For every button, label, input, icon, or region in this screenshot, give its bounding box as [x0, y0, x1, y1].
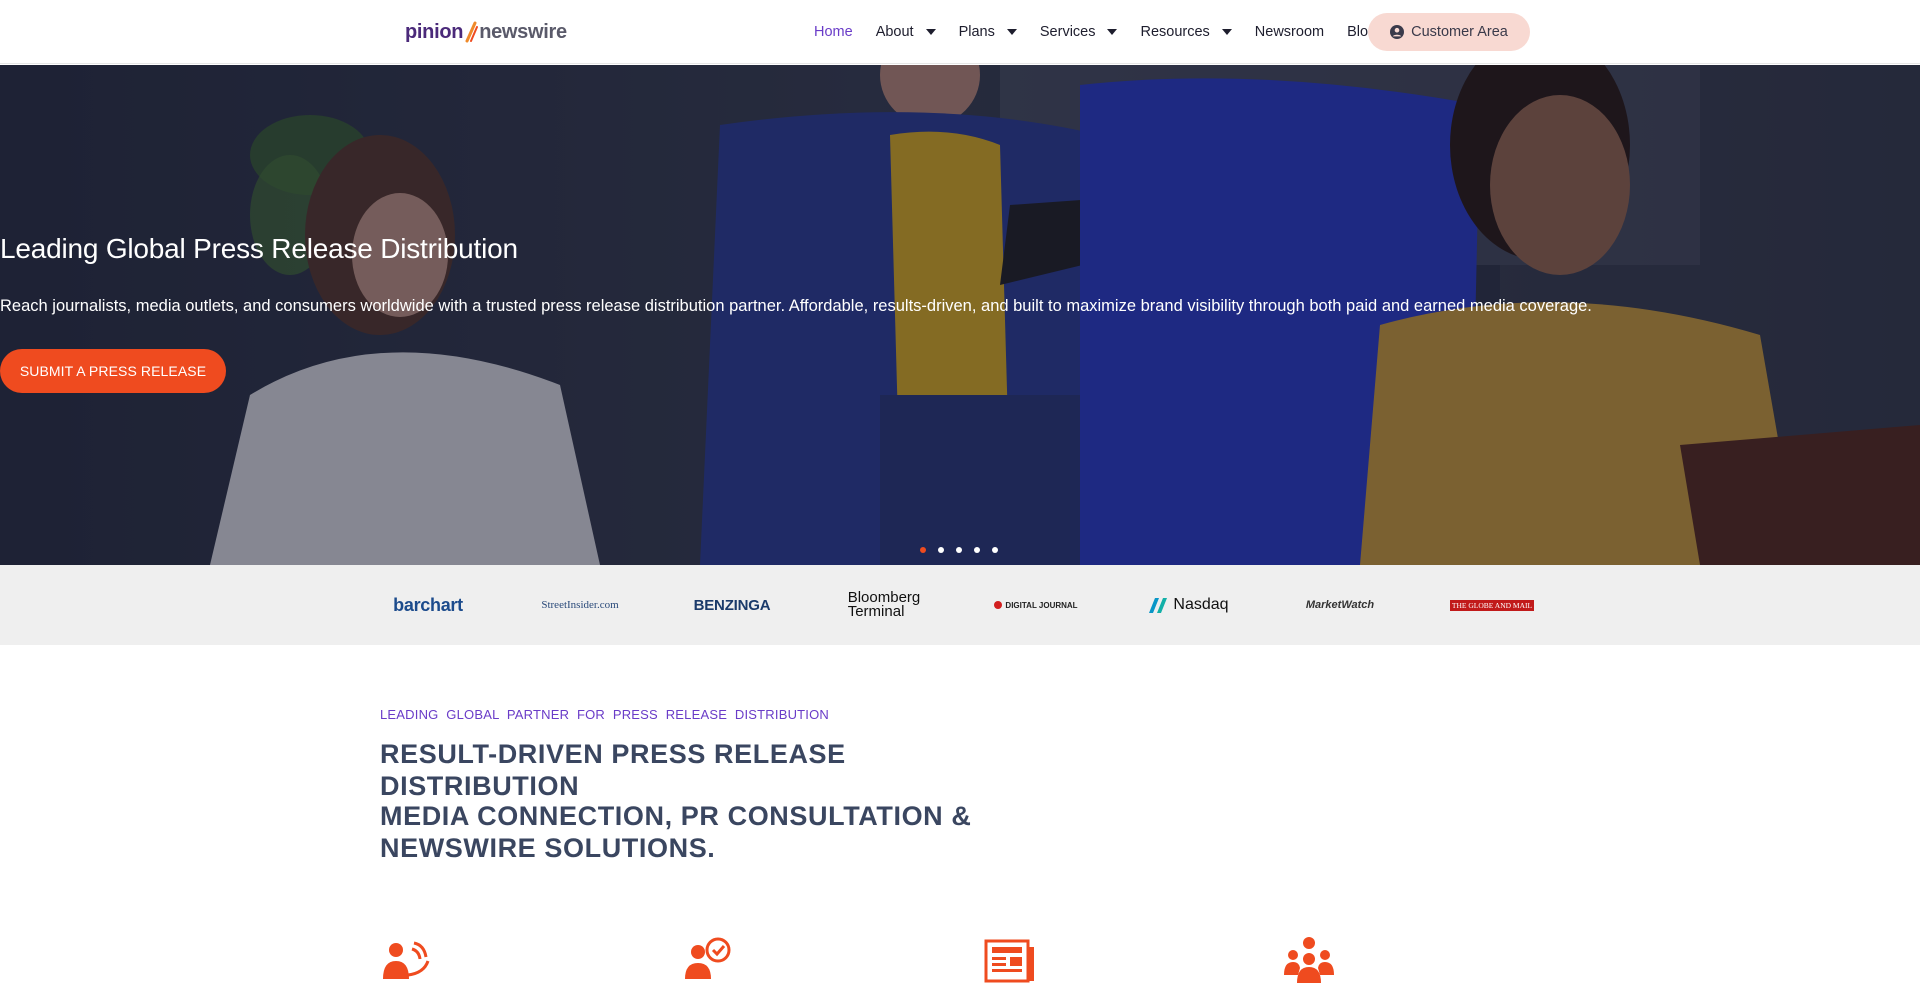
- marketwatch-logo: MarketWatch: [1280, 565, 1400, 645]
- nav-item-label: Services: [1039, 24, 1096, 40]
- nav-item-label: Home: [814, 24, 853, 40]
- customer-area-label: Customer Area: [1411, 24, 1508, 40]
- main-nav: Home About Plans Services Resources News…: [814, 0, 1399, 64]
- benzinga-logo: BENZINGA: [672, 565, 792, 645]
- digital-journal-logo: DIGITAL JOURNAL: [976, 565, 1096, 645]
- section-subheadline: MEDIA CONNECTION, PR CONSULTATION & NEWS…: [380, 801, 972, 863]
- benzinga-logo-text: BENZINGA: [693, 596, 771, 614]
- streetinsider-logo: StreetInsider.com: [520, 565, 640, 645]
- hero-slider: Leading Global Press Release Distributio…: [0, 65, 1920, 565]
- slider-dot[interactable]: [992, 547, 998, 553]
- user-circle-icon: [1390, 25, 1405, 39]
- caret-down-icon: [1006, 29, 1017, 35]
- media-logos-strip: barchart StreetInsider.com BENZINGA Bloo…: [0, 565, 1920, 645]
- team-icon: [1284, 937, 1334, 983]
- nav-item-label: Plans: [958, 24, 995, 40]
- nav-item-label: Resources: [1140, 24, 1210, 40]
- nasdaq-icon: [1149, 598, 1168, 613]
- caret-down-icon: [1107, 29, 1118, 35]
- digital-journal-logo-text: DIGITAL JOURNAL: [1005, 600, 1078, 610]
- caret-down-icon: [925, 29, 936, 35]
- nav-item-label: Newsroom: [1254, 24, 1325, 40]
- nasdaq-logo-text: Nasdaq: [1173, 596, 1229, 613]
- nav-item-newsroom[interactable]: Newsroom: [1255, 24, 1324, 40]
- submit-press-release-button[interactable]: SUBMIT A PRESS RELEASE: [0, 349, 226, 393]
- logo-slash-icon: [465, 21, 479, 43]
- barchart-logo: barchart: [368, 565, 488, 645]
- barchart-logo-text: barchart: [393, 594, 463, 615]
- logo-text-newswire: newswire: [479, 20, 567, 43]
- hero-title: Leading Global Press Release Distributio…: [0, 233, 518, 264]
- newspaper-icon: [984, 939, 1034, 983]
- slider-dot[interactable]: [920, 547, 926, 553]
- nav-item-services[interactable]: Services: [1040, 24, 1118, 40]
- site-header: pinion newswire Home About Plans Service…: [0, 0, 1920, 64]
- bloomberg-terminal-logo: Bloomberg Terminal: [824, 565, 944, 645]
- globe-and-mail-logo: THE GLOBE AND MAIL: [1432, 565, 1552, 645]
- site-logo[interactable]: pinion newswire: [405, 19, 567, 45]
- logo-text-pinion: pinion: [405, 20, 464, 43]
- nav-item-plans[interactable]: Plans: [959, 24, 1017, 40]
- verified-person-icon: [685, 937, 731, 979]
- slider-dot[interactable]: [974, 547, 980, 553]
- nav-item-about[interactable]: About: [876, 24, 936, 40]
- nav-item-resources[interactable]: Resources: [1140, 24, 1232, 40]
- slider-dot[interactable]: [956, 547, 962, 553]
- customer-area-button[interactable]: Customer Area: [1368, 13, 1530, 51]
- slider-dot[interactable]: [938, 547, 944, 553]
- streetinsider-logo-text: StreetInsider.com: [541, 599, 619, 611]
- section-eyebrow: LEADING GLOBAL PARTNER FOR PRESS RELEASE…: [380, 707, 830, 722]
- nav-item-label: About: [875, 24, 914, 40]
- nav-item-home[interactable]: Home: [814, 24, 853, 40]
- nasdaq-logo: Nasdaq: [1128, 565, 1248, 645]
- digital-journal-icon: [994, 601, 1003, 609]
- section-headline: RESULT-DRIVEN PRESS RELEASE DISTRIBUTION: [380, 739, 846, 801]
- slider-dots: [920, 547, 1010, 553]
- hero-subtitle: Reach journalists, media outlets, and co…: [0, 297, 1592, 315]
- marketwatch-logo-text: MarketWatch: [1305, 599, 1375, 611]
- globe-and-mail-logo-text: THE GLOBE AND MAIL: [1449, 599, 1535, 611]
- terminal-logo-text: Terminal: [847, 603, 905, 620]
- broadcast-person-icon: [383, 941, 430, 979]
- caret-down-icon: [1221, 29, 1232, 35]
